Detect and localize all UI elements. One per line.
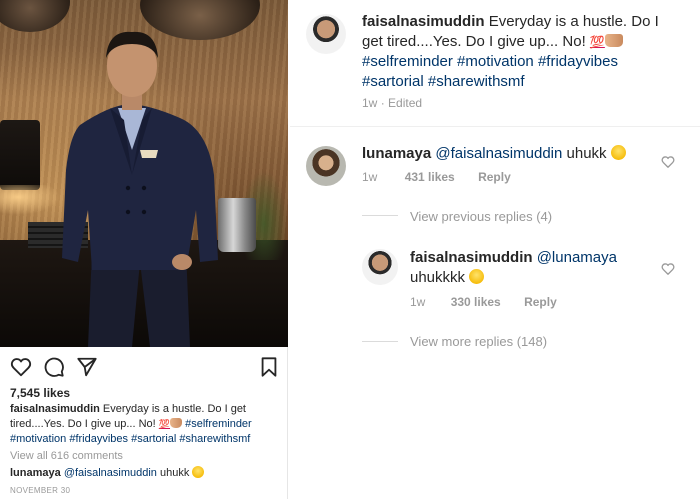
detail-caption: faisalnasimuddin Everyday is a hustle. D… [362,12,682,92]
comment-meta: 1w 431 likes Reply [362,170,511,184]
hashtag[interactable]: #sartorial [131,433,176,445]
reply-time[interactable]: 1w [410,295,425,309]
caption-time[interactable]: 1w [362,96,377,110]
reply-button[interactable]: Reply [524,295,557,309]
hashtag[interactable]: #motivation [10,433,66,445]
avatar[interactable] [362,249,398,285]
feed-comment-text: uhukk [159,467,190,479]
reply-likes[interactable]: 330 likes [451,295,501,309]
replies-line [362,341,398,342]
hashtag[interactable]: #selfreminder [185,418,252,430]
like-count[interactable]: 7,545 likes [10,386,70,400]
photo-man-in-suit [62,31,218,347]
view-all-comments-link[interactable]: View all 616 comments [10,450,123,462]
detail-caption-username[interactable]: faisalnasimuddin [362,13,485,30]
feed-comment-username[interactable]: lunamaya [10,467,61,479]
hashtag[interactable]: #fridayvibes [69,433,128,445]
reply-text-row: faisalnasimuddin @lunamaya uhukkkk [410,248,670,288]
hashtag[interactable]: #fridayvibes [538,53,618,70]
post-actions [10,356,280,380]
heart-icon[interactable] [661,262,675,276]
hundred-emoji: 💯 [158,419,171,429]
comment-body: uhukk [566,145,607,162]
post-caption: faisalnasimuddin Everyday is a hustle. D… [10,402,282,447]
divider [290,126,700,127]
view-more-replies[interactable]: View more replies (148) [410,334,547,349]
comment-time[interactable]: 1w [362,170,377,184]
share-icon[interactable] [76,356,98,378]
hashtag[interactable]: #sharewithsmf [428,73,525,90]
raised-hands-emoji [170,418,183,428]
feed-comment-mention[interactable]: @faisalnasimuddin [64,467,157,479]
bookmark-icon[interactable] [258,356,280,378]
replies-line [362,215,398,216]
post-photo[interactable] [0,0,288,347]
post-date: NOVEMBER 30 [10,486,71,495]
comment-text-row: lunamaya @faisalnasimuddin uhukk [362,144,662,164]
smile-emoji [192,466,205,478]
smile-emoji [610,145,626,160]
wink-tongue-emoji [469,269,485,284]
avatar[interactable] [306,146,346,186]
hashtag[interactable]: #sartorial [362,73,424,90]
caption-edited: Edited [388,96,423,110]
raised-hands-emoji [604,34,623,47]
view-previous-replies[interactable]: View previous replies (4) [410,209,552,224]
hashtag[interactable]: #sharewithsmf [179,433,250,445]
comment-mention[interactable]: @faisalnasimuddin [435,145,562,162]
feed-comment: lunamaya @faisalnasimuddin uhukk [10,466,205,479]
reply-username[interactable]: faisalnasimuddin [410,249,533,266]
avatar[interactable] [306,14,346,54]
hashtag[interactable]: #selfreminder [362,53,453,70]
caption-meta: 1w · Edited [362,96,423,110]
hundred-emoji: 💯 [589,35,605,49]
reply-mention[interactable]: @lunamaya [537,249,617,266]
comment-likes[interactable]: 431 likes [405,170,455,184]
heart-icon[interactable] [661,155,675,169]
comment-icon[interactable] [43,356,65,378]
hashtag[interactable]: #motivation [457,53,534,70]
caption-username[interactable]: faisalnasimuddin [10,403,100,415]
comments-panel: faisalnasimuddin Everyday is a hustle. D… [290,0,700,499]
reply-meta: 1w 330 likes Reply [410,295,557,309]
comment-username[interactable]: lunamaya [362,145,431,162]
reply-button[interactable]: Reply [478,170,511,184]
reply-body: uhukkkk [410,269,466,286]
feed-post: 7,545 likes faisalnasimuddin Everyday is… [0,0,288,499]
heart-icon[interactable] [10,356,32,378]
